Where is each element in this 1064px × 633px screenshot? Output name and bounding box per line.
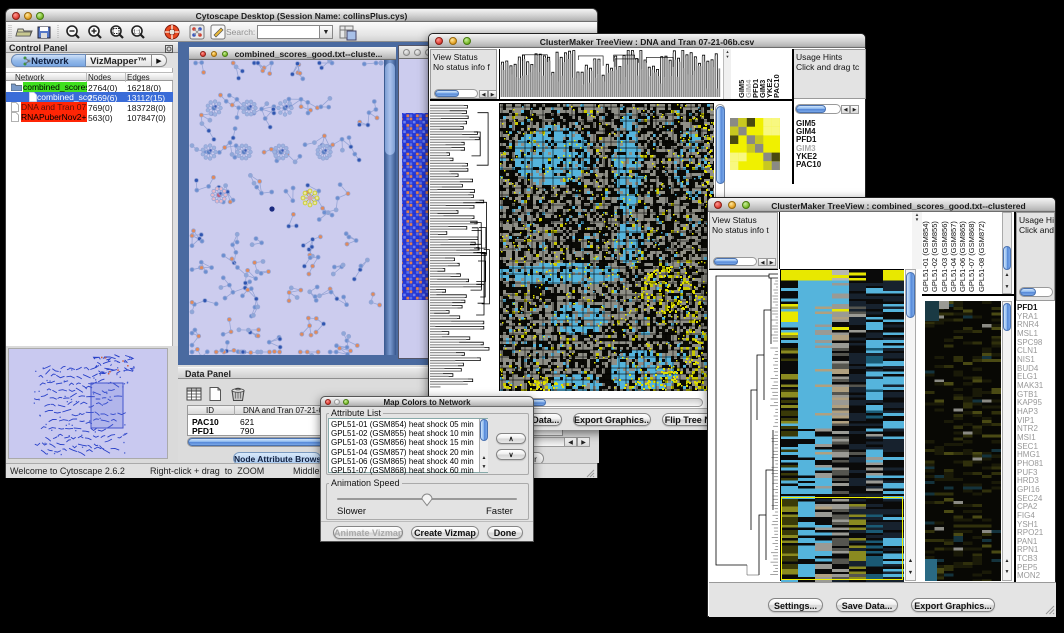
svg-text:1:1: 1:1	[133, 30, 141, 36]
svg-text:Search:: Search:	[226, 27, 255, 37]
